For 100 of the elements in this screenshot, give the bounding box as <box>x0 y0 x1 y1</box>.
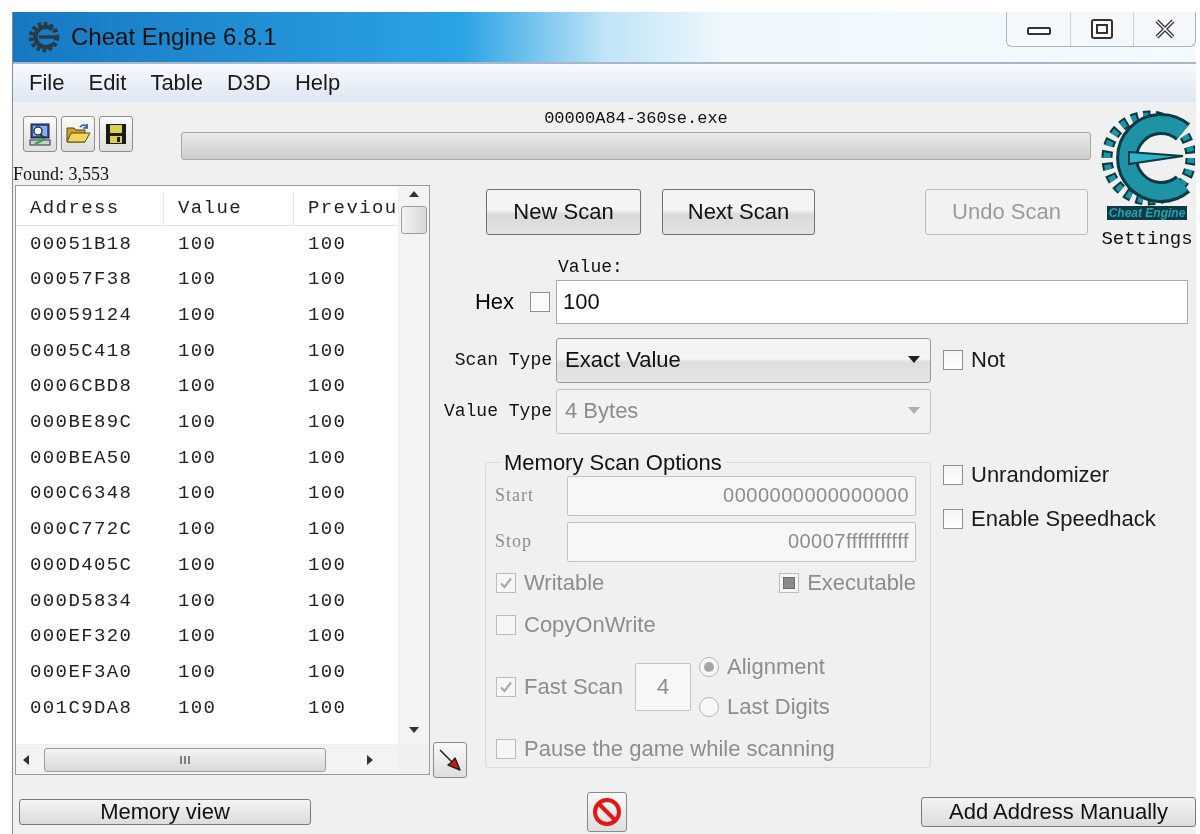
checkbox-label: Executable <box>807 569 916 596</box>
window-title: Cheat Engine 6.8.1 <box>71 22 277 51</box>
menu-item[interactable]: D3D <box>218 69 279 96</box>
stop-button[interactable] <box>587 792 627 832</box>
table-cell-text: 100 <box>177 411 218 434</box>
table-cell-text: 100 <box>307 518 348 541</box>
table-cell-text: 000EF3A0 <box>29 660 134 683</box>
found-count: Found: 3,553 <box>13 163 110 185</box>
settings-link[interactable]: Settings <box>1101 227 1193 250</box>
table-cell-text: 00051B18 <box>29 232 134 255</box>
scan-button[interactable]: Next Scan <box>662 188 815 235</box>
scrollbar-thumb[interactable] <box>44 747 326 772</box>
scroll-left-icon[interactable] <box>22 753 30 766</box>
table-cell-text: 100 <box>177 339 218 362</box>
table-cell-text: 100 <box>307 375 348 398</box>
table-cell-text: 0006CBD8 <box>29 375 134 398</box>
radio-label: Last Digits <box>727 693 830 720</box>
table-cell-text: 000D5834 <box>29 589 134 612</box>
scrollbar-thumb[interactable] <box>401 205 427 234</box>
table-cell-text: 100 <box>177 482 218 505</box>
table-cell-text: 100 <box>307 660 348 683</box>
table-cell-text: 00059124 <box>29 304 134 326</box>
scroll-down-icon[interactable] <box>408 726 420 734</box>
menu-item[interactable]: Table <box>142 69 211 96</box>
group-title: Memory Scan Options <box>503 449 723 476</box>
checkbox-label: CopyOnWrite <box>524 611 656 638</box>
field-label: Scan Type <box>453 350 553 371</box>
table-cell-text: 100 <box>307 696 348 719</box>
table-cell-text: 100 <box>177 696 218 719</box>
table-cell-text: 00057F38 <box>29 268 134 291</box>
menu-item[interactable]: Edit <box>80 69 135 96</box>
table-cell-text: 100 <box>307 304 348 326</box>
checkbox-label: Not <box>971 347 1006 374</box>
checkbox-label: Unrandomizer <box>971 461 1110 488</box>
table-cell-text: 100 <box>177 446 218 469</box>
checkbox[interactable] <box>943 464 963 485</box>
table-cell-text: 000EF320 <box>29 625 134 648</box>
table-cell-text: 100 <box>177 660 218 683</box>
scroll-up-icon[interactable] <box>408 189 420 198</box>
hex-label: Hex <box>474 288 514 315</box>
prohibited-icon <box>592 797 622 827</box>
arrow-icon <box>437 746 463 773</box>
process-name: 00000A84-360se.exe <box>544 108 728 128</box>
checkbox-label: Enable Speedhack <box>971 505 1156 532</box>
table-cell-text: 100 <box>307 446 348 469</box>
column-header[interactable]: Address <box>16 191 164 225</box>
field-label: Stop <box>494 531 533 553</box>
table-cell-text: 100 <box>307 268 348 291</box>
dropdown[interactable]: Exact Value <box>556 337 931 383</box>
menu-item[interactable]: File <box>21 69 73 96</box>
add-address-button[interactable]: Add Address Manually <box>921 797 1196 827</box>
checkbox-label: Pause the game while scanning <box>524 735 835 762</box>
table-cell-text: 0005C418 <box>29 339 134 362</box>
table-cell-text: 100 <box>177 518 218 541</box>
table-cell-text: 000BE89C <box>29 411 134 434</box>
scan-button[interactable]: New Scan <box>486 188 641 235</box>
table-cell-text: 000D405C <box>29 553 134 576</box>
memory-view-button[interactable]: Memory view <box>19 799 311 825</box>
table-cell-text: 100 <box>307 339 348 362</box>
menu-item[interactable]: Help <box>287 69 349 96</box>
save-button[interactable] <box>99 116 133 153</box>
table-cell-text: 000C6348 <box>29 482 134 505</box>
gear-icon <box>27 19 61 54</box>
computer-icon <box>27 121 53 148</box>
checkbox[interactable] <box>943 508 963 529</box>
column-header[interactable]: Value <box>164 191 294 225</box>
table-cell-text: 000BEA50 <box>29 446 134 469</box>
table-cell-text: 100 <box>177 375 218 398</box>
table-cell-text: 100 <box>307 589 348 612</box>
table-cell-text: 100 <box>307 553 348 576</box>
table-cell-text: 100 <box>177 553 218 576</box>
checkbox-label: Fast Scan <box>524 673 624 700</box>
open-button[interactable] <box>61 116 95 153</box>
value-label: Value: <box>558 256 624 277</box>
table-cell-text: 100 <box>307 482 348 505</box>
checkbox[interactable] <box>943 350 963 371</box>
scroll-right-icon[interactable] <box>366 753 374 766</box>
table-cell-text: 100 <box>177 268 218 291</box>
maximize-icon <box>1091 19 1113 39</box>
process-button[interactable] <box>23 116 57 153</box>
pointer-button[interactable] <box>433 741 467 778</box>
checkbox[interactable] <box>530 291 550 312</box>
table-cell-text: 100 <box>177 304 218 326</box>
field-label: Value Type <box>442 401 553 422</box>
column-header[interactable]: Previou <box>294 191 396 225</box>
checkbox-label: Writable <box>524 569 605 596</box>
table-cell-text: 000C772C <box>29 518 134 541</box>
caret-icon <box>908 407 920 416</box>
table-cell-text: 001C9DA8 <box>29 696 134 719</box>
table-cell-text: 100 <box>177 232 218 255</box>
field-label: Start <box>494 485 535 507</box>
value-field[interactable]: 100 <box>556 279 1188 324</box>
close-icon <box>1153 19 1176 39</box>
caret-icon <box>908 356 920 365</box>
table-cell-text: 100 <box>177 589 218 612</box>
table-cell-text: 100 <box>177 625 218 648</box>
logo-caption: Cheat Engine <box>1106 205 1188 220</box>
grip-icon <box>180 754 190 765</box>
table-cell-text: 100 <box>307 411 348 434</box>
table-cell-text: 100 <box>307 625 348 648</box>
